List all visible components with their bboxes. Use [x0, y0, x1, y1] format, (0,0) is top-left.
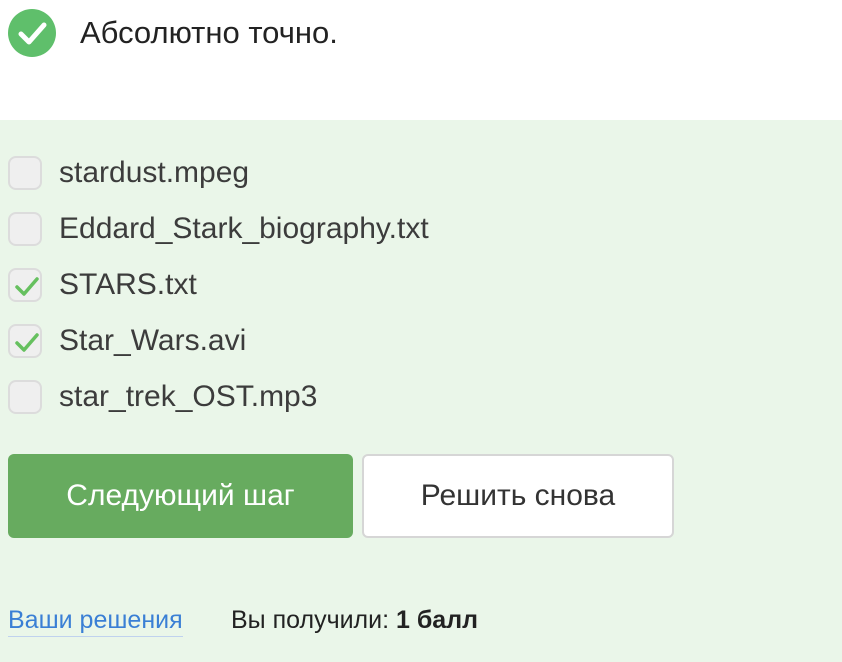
option-label: Eddard_Stark_biography.txt: [59, 212, 429, 245]
checkbox[interactable]: [8, 380, 42, 414]
score-value: 1 балл: [396, 606, 478, 634]
checkmark-icon: [15, 277, 39, 296]
score-text: Вы получили: 1 балл: [231, 604, 478, 636]
option-star-trek-ost[interactable]: star_trek_OST.mp3: [8, 377, 708, 417]
option-label: stardust.mpeg: [59, 156, 250, 189]
option-eddard-stark-biography[interactable]: Eddard_Stark_biography.txt: [8, 209, 708, 249]
checkmark-icon: [15, 333, 39, 352]
solve-again-button[interactable]: Решить снова: [362, 454, 674, 538]
checkbox[interactable]: [8, 212, 42, 246]
option-star-wars-avi[interactable]: Star_Wars.avi: [8, 321, 708, 361]
option-label: star_trek_OST.mp3: [59, 380, 318, 413]
result-message: Абсолютно точно.: [80, 15, 338, 50]
option-label: STARS.txt: [59, 268, 197, 301]
checkbox[interactable]: [8, 156, 42, 190]
your-solutions-link[interactable]: Ваши решения: [8, 604, 183, 637]
answer-panel: stardust.mpeg Eddard_Stark_biography.txt…: [0, 120, 842, 662]
option-label: Star_Wars.avi: [59, 324, 247, 357]
result-header: Абсолютно точно.: [0, 0, 842, 120]
next-step-button[interactable]: Следующий шаг: [8, 454, 353, 538]
checkbox-checked[interactable]: [8, 268, 42, 302]
option-stardust-mpeg[interactable]: stardust.mpeg: [8, 153, 708, 193]
checkbox-checked[interactable]: [8, 324, 42, 358]
option-stars-txt[interactable]: STARS.txt: [8, 265, 708, 305]
score-prefix: Вы получили:: [231, 606, 390, 634]
check-circle-icon: [8, 9, 56, 57]
